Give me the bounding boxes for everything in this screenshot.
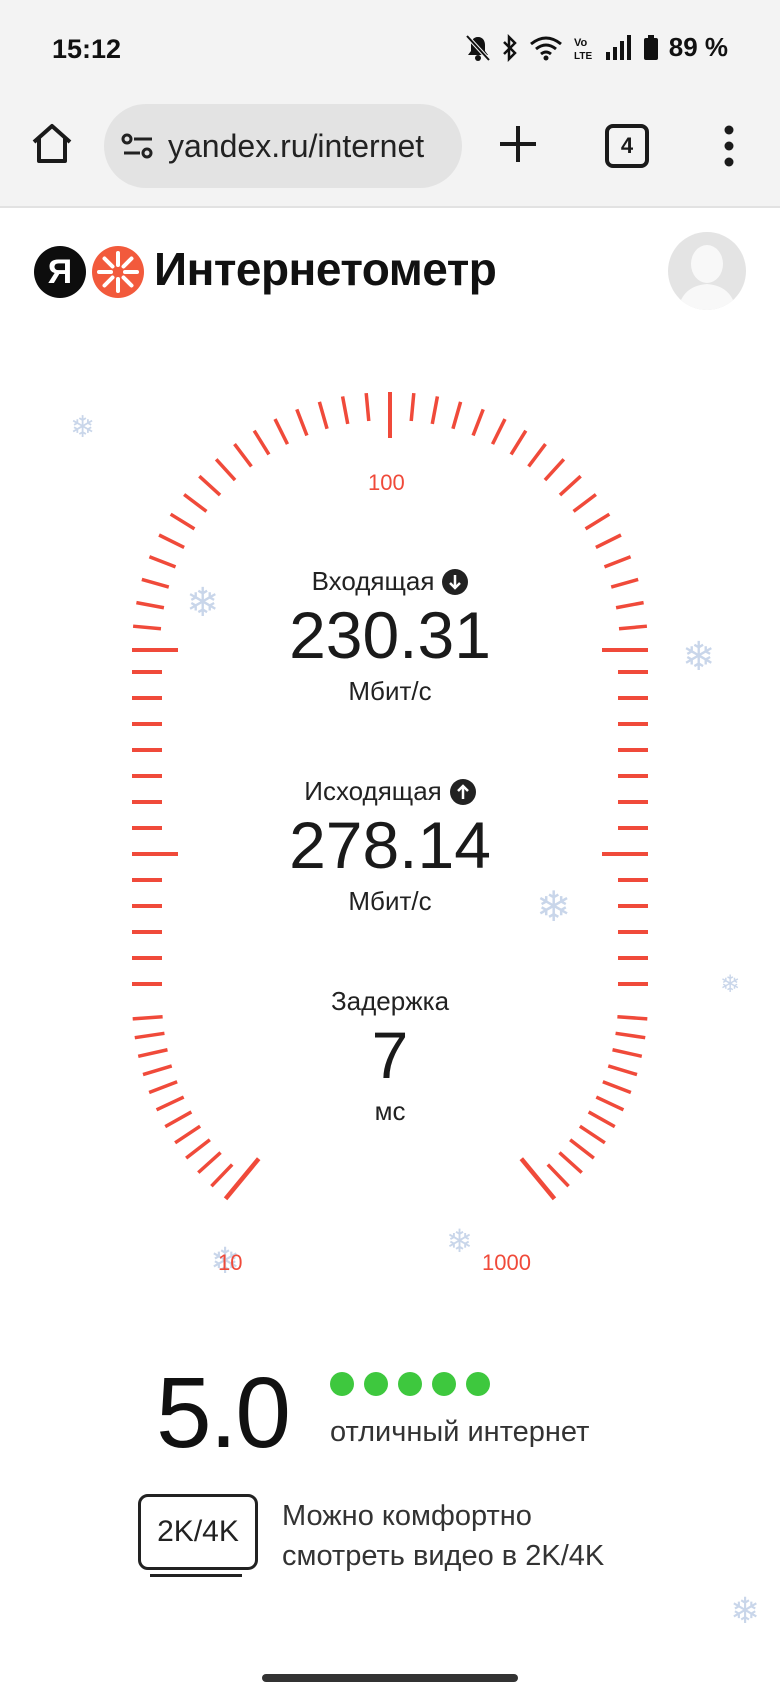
rating-score: 5.0: [156, 1357, 291, 1469]
gauge-tick: [136, 600, 165, 610]
gauge-tick: [612, 1048, 643, 1058]
video-quality-note: Можно комфортно смотреть видео в 2K/4K: [282, 1500, 605, 1572]
gauge-tick: [142, 1064, 173, 1077]
gauge-tick: [148, 555, 177, 569]
gauge-tick: [132, 624, 162, 631]
gauge-tick: [603, 555, 632, 569]
home-indicator[interactable]: [262, 1674, 518, 1682]
gauge-tick: [210, 1163, 234, 1188]
gauge-tick: [409, 392, 416, 422]
latency-value: 7: [371, 1018, 409, 1092]
download-value: 230.31: [289, 598, 491, 672]
upload-label: Исходящая: [304, 776, 442, 806]
gauge-label-bottom-left: 10: [218, 1250, 243, 1275]
gauge-tick: [558, 1151, 583, 1174]
gauge-tick: [137, 1048, 168, 1058]
gauge-tick: [490, 418, 507, 445]
gauge-tick: [148, 1080, 178, 1095]
gauge-tick: [610, 577, 639, 589]
gauge-tick: [174, 1124, 202, 1145]
gauge-tick: [141, 577, 170, 589]
gauge-tick: [273, 418, 290, 445]
gauge-tick: [214, 458, 237, 482]
gauge-label-bottom-right: 1000: [482, 1250, 531, 1275]
upload-unit: Мбит/с: [348, 886, 432, 917]
gauge-tick: [617, 1014, 648, 1021]
latency-label: Задержка: [330, 986, 450, 1016]
gauge-tick: [471, 408, 485, 437]
rating-dots: [330, 1372, 490, 1396]
rating-dot: [330, 1372, 354, 1396]
gauge-tick: [618, 624, 648, 631]
quality-text: отличный интернет: [330, 1416, 590, 1448]
gauge-tick: [578, 1124, 606, 1145]
gauge-tick: [607, 1064, 638, 1077]
latency-unit: мс: [374, 1096, 406, 1127]
download-metric: Входящая 230.31 Мбит/с: [190, 566, 590, 707]
gauge-tick: [595, 1095, 625, 1112]
gauge-tick: [198, 474, 222, 497]
gauge-tick: [572, 493, 597, 513]
rating-dot: [364, 1372, 388, 1396]
resolution-badge: 2K/4K: [138, 1494, 258, 1570]
gauge-tick: [164, 1110, 193, 1129]
gauge-tick: [317, 401, 329, 430]
upload-arrow-icon: [449, 778, 476, 805]
gauge-tick: [340, 396, 350, 425]
download-label: Входящая: [311, 566, 435, 596]
gauge-tick: [451, 401, 463, 430]
latency-metric: Задержка 7 мс: [190, 986, 590, 1127]
gauge-tick: [587, 1110, 616, 1129]
gauge-tick: [155, 1095, 185, 1112]
rating-dot: [432, 1372, 456, 1396]
gauge-tick: [584, 512, 611, 531]
gauge-tick: [602, 1080, 632, 1095]
gauge-tick: [546, 1163, 570, 1188]
gauge-tick: [185, 1138, 211, 1160]
upload-value: 278.14: [289, 808, 491, 882]
gauge-tick: [595, 533, 622, 550]
gauge-tick: [169, 512, 196, 531]
download-arrow-icon: [442, 568, 469, 595]
download-unit: Мбит/с: [348, 676, 432, 707]
gauge-tick: [364, 392, 371, 422]
rating-dot: [398, 1372, 422, 1396]
gauge-tick: [197, 1151, 222, 1174]
gauge-tick: [543, 458, 566, 482]
gauge-tick: [233, 443, 253, 468]
rating-dot: [466, 1372, 490, 1396]
gauge-tick: [558, 474, 582, 497]
gauge-tick: [430, 396, 440, 425]
gauge-tick: [295, 408, 309, 437]
snowflake-icon: ❄: [730, 1590, 761, 1631]
upload-metric: Исходящая 278.14 Мбит/с: [190, 776, 590, 917]
gauge-tick: [509, 429, 528, 456]
gauge-tick: [569, 1138, 595, 1160]
gauge-tick: [158, 533, 185, 550]
gauge-tick: [615, 600, 644, 610]
resolution-badge-stand: [150, 1574, 242, 1577]
gauge-tick: [527, 443, 547, 468]
gauge-tick: [132, 1014, 163, 1021]
gauge-tick: [252, 429, 271, 456]
gauge-tick: [134, 1031, 165, 1040]
gauge-tick: [183, 493, 208, 513]
gauge-label-top: 100: [368, 470, 405, 495]
gauge-tick: [615, 1031, 646, 1040]
